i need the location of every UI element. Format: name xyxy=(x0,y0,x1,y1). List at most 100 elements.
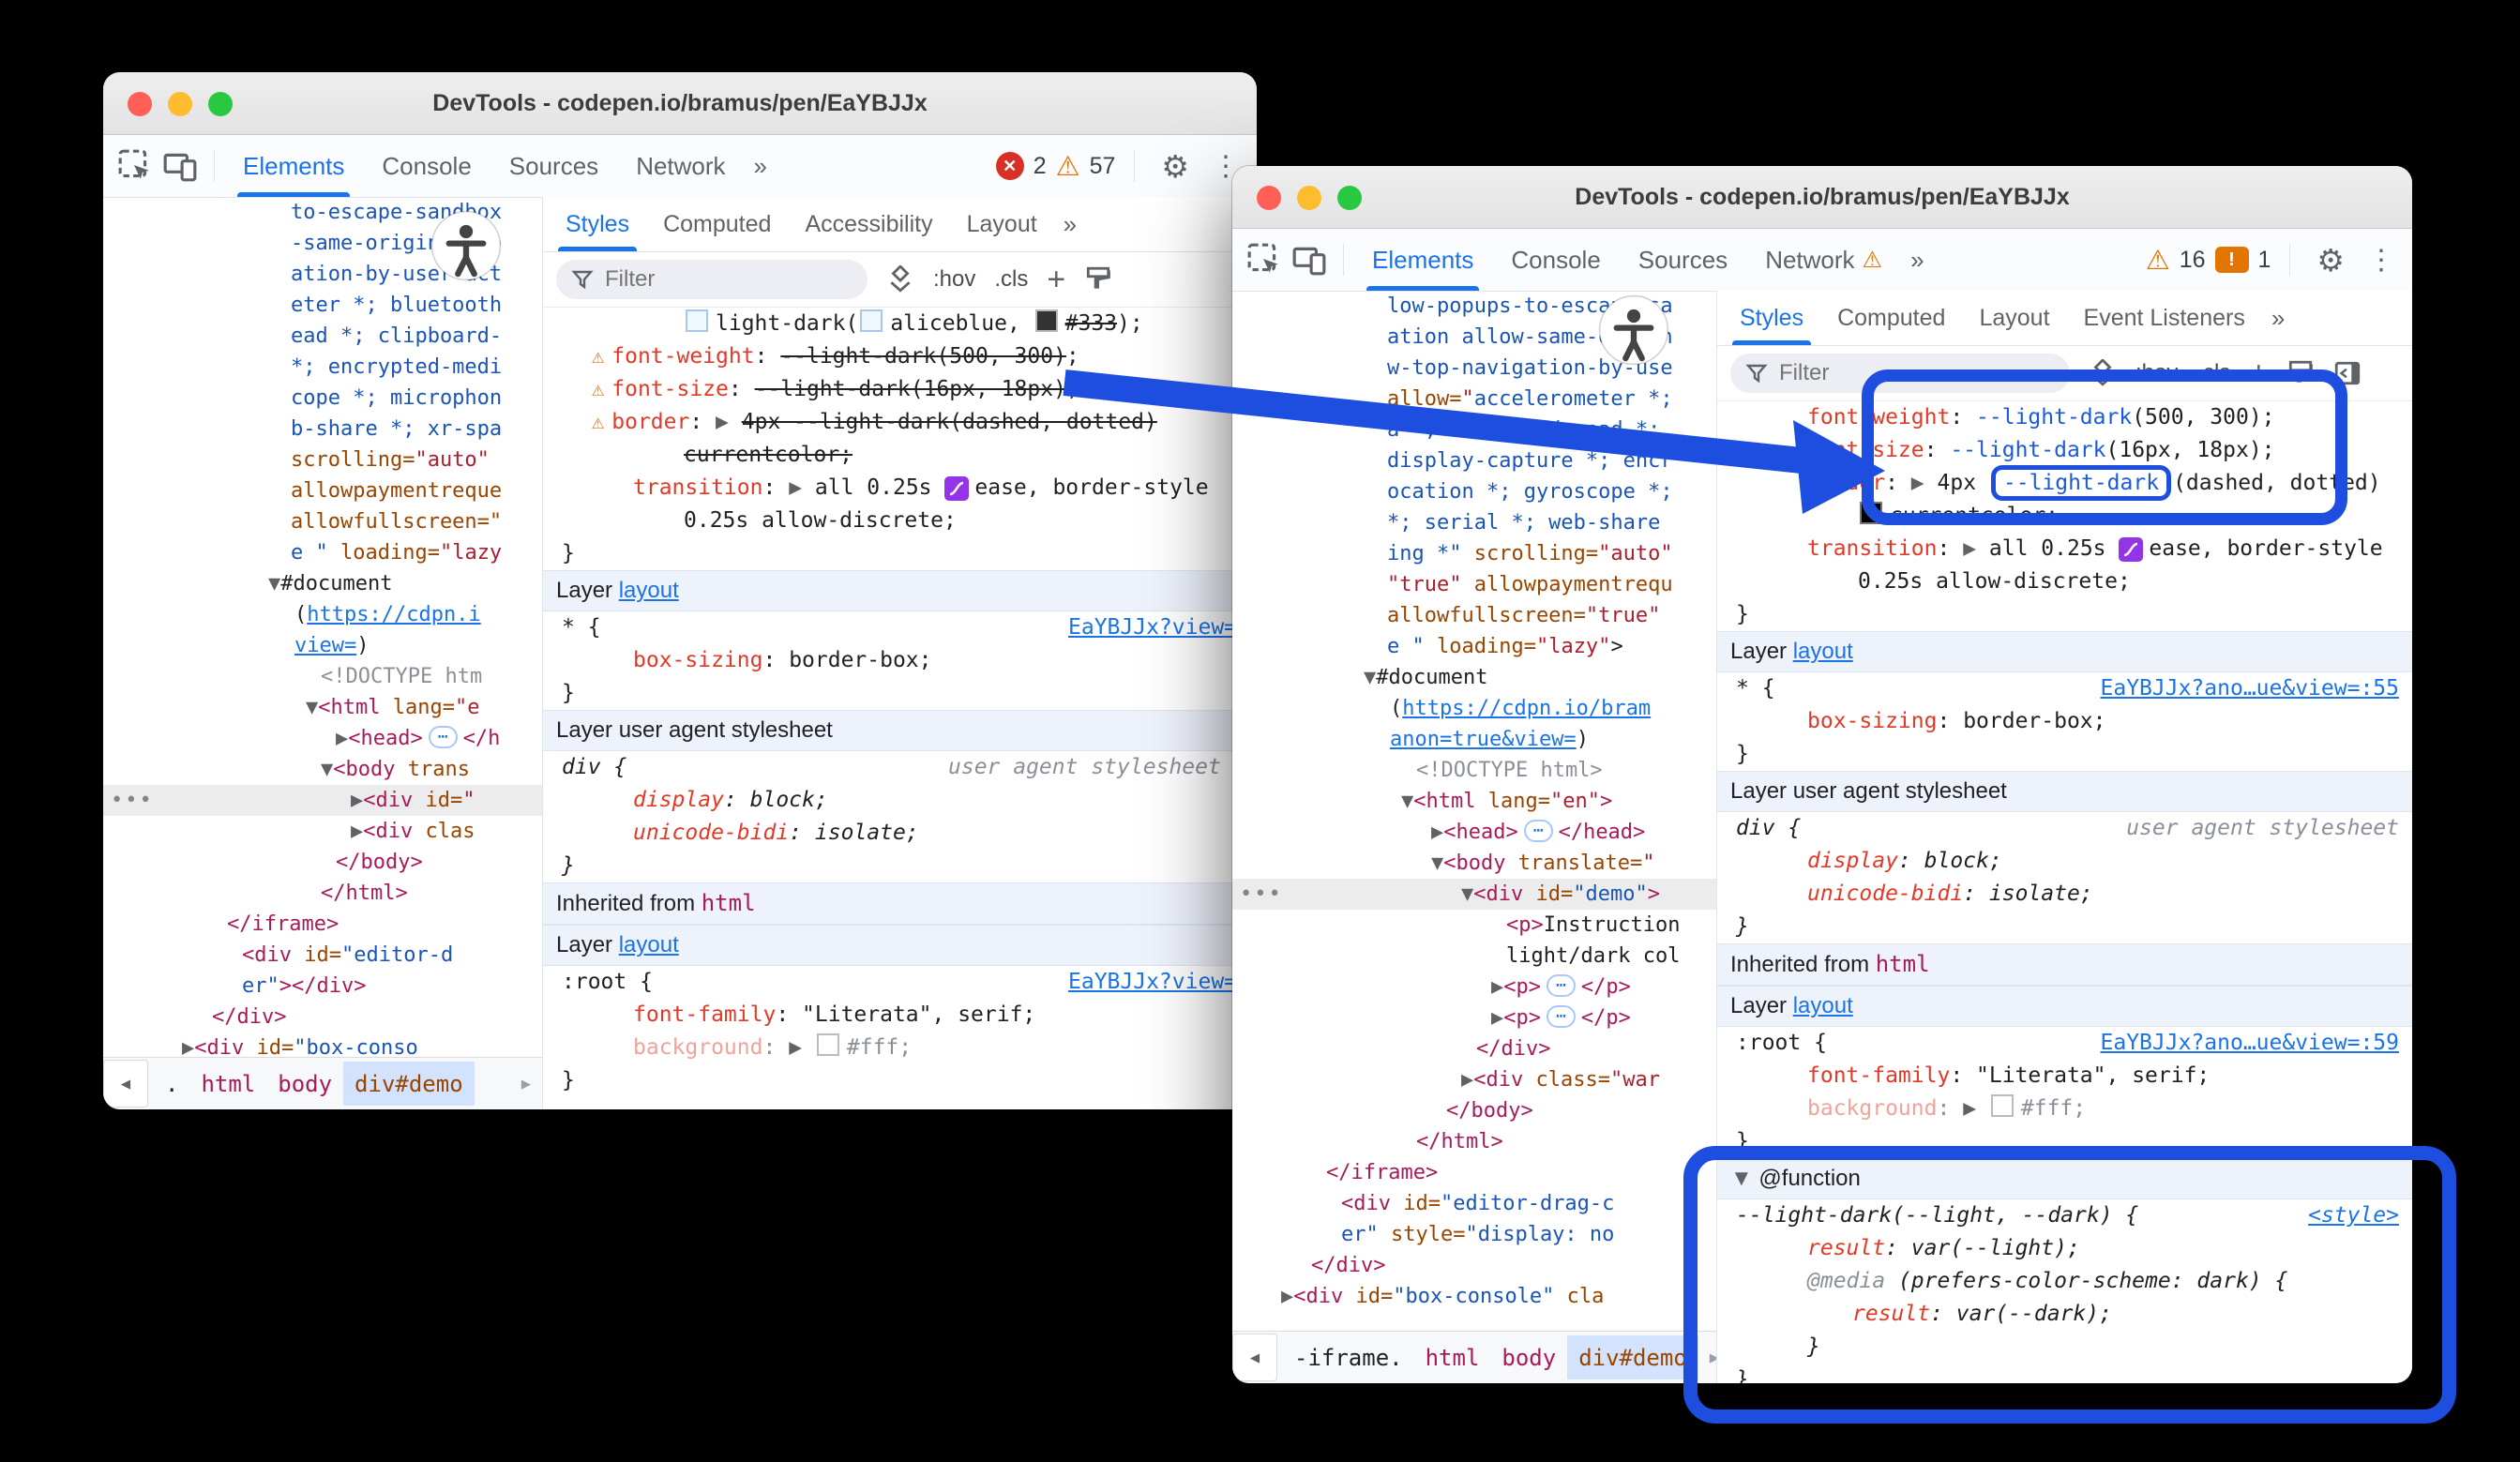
close-window-button[interactable] xyxy=(1257,186,1281,210)
dom-tree-row[interactable]: ▶<div class="war xyxy=(1232,1064,1716,1095)
style-rule-row[interactable]: font-size: --light-dark(16px, 18px); xyxy=(1717,434,2412,467)
dom-tree-row[interactable]: "true" allowpaymentrequ xyxy=(1232,569,1716,600)
style-rule-row[interactable]: } xyxy=(543,850,1257,882)
dom-tree-row[interactable]: (https://cdpn.io/bram xyxy=(1232,693,1716,724)
dom-tree-row[interactable]: anon=true&view=) xyxy=(1232,724,1716,755)
style-rule-row[interactable]: } xyxy=(543,677,1257,710)
more-sidebar-tabs-icon[interactable]: » xyxy=(2262,304,2294,333)
style-rule-row[interactable]: font-family: "Literata", serif; xyxy=(1717,1060,2412,1093)
style-section-header[interactable]: Inherited from html xyxy=(543,882,1257,925)
dom-tree-row[interactable]: display-capture *; encr xyxy=(1232,445,1716,476)
dom-tree-row[interactable]: ▶<p>⋯</p> xyxy=(1232,972,1716,1002)
tab-network[interactable]: Network xyxy=(617,135,744,197)
style-rule-row[interactable]: @media (prefers-color-scheme: dark) { xyxy=(1717,1265,2412,1298)
style-rule-row[interactable]: } xyxy=(543,1064,1257,1097)
sidebar-tab-layout[interactable]: Layout xyxy=(1962,291,2066,345)
device-toolbar-icon[interactable] xyxy=(159,145,201,187)
style-source-link[interactable]: EaYBJJx?view= xyxy=(1068,611,1237,644)
dom-tree-row[interactable]: ▼#document xyxy=(103,568,542,599)
style-rule-row[interactable]: border: ▶ 4px --light-dark(dashed, dotte… xyxy=(1717,467,2412,500)
style-section-header[interactable]: Inherited from html xyxy=(1717,943,2412,986)
style-section-header[interactable]: Layer user agent stylesheet xyxy=(1717,771,2412,812)
dom-tree-row[interactable]: eter *; bluetooth xyxy=(103,290,542,321)
error-count[interactable]: 2 xyxy=(1034,153,1047,180)
style-rule-row[interactable]: } xyxy=(1717,598,2412,631)
breadcrumb-scroll-left-button[interactable]: ◀ xyxy=(1232,1334,1277,1381)
dom-tree-row[interactable]: er" style="display: no xyxy=(1232,1219,1716,1250)
style-rule-row[interactable]: font-weight: --light-dark(500, 300); xyxy=(1717,401,2412,434)
style-rule-row[interactable]: transition: ▶ all 0.25s ease, border-sty… xyxy=(1717,533,2412,565)
dom-tree-row[interactable]: ▶<p>⋯</p> xyxy=(1232,1002,1716,1033)
inspect-element-icon[interactable] xyxy=(1244,239,1285,280)
zoom-window-button[interactable] xyxy=(1337,186,1362,210)
sidebar-tab-accessibility[interactable]: Accessibility xyxy=(788,197,949,251)
style-rule-row[interactable]: currentcolor; xyxy=(1717,500,2412,533)
dom-tree-row[interactable]: </iframe> xyxy=(1232,1157,1716,1188)
dom-tree-row[interactable]: allowfullscreen=" xyxy=(103,506,542,537)
toggle-hover-state[interactable]: :hov xyxy=(933,266,975,293)
style-rule-row[interactable]: ⚠font-size: --light-dark(16px, 18px); xyxy=(543,373,1257,406)
breadcrumb-scroll-right-button[interactable]: ▶ xyxy=(510,1075,542,1093)
titlebar[interactable]: DevTools - codepen.io/bramus/pen/EaYBJJx xyxy=(103,72,1257,135)
style-rule-row[interactable]: ⚠border: ▶ 4px --light-dark(dashed, dott… xyxy=(543,406,1257,439)
dom-tree-row[interactable]: </html> xyxy=(1232,1126,1716,1157)
style-section-header[interactable]: Layer layout xyxy=(543,570,1257,611)
style-rule-row[interactable]: 0.25s allow-discrete; xyxy=(1717,565,2412,598)
style-source-link[interactable]: user agent stylesheet xyxy=(948,751,1221,784)
dom-tree-row[interactable]: *; encrypted-medi xyxy=(103,352,542,383)
inspect-element-icon[interactable] xyxy=(114,145,156,187)
style-source-link[interactable]: EaYBJJx?view= xyxy=(1068,966,1237,999)
style-source-link[interactable]: EaYBJJx?ano…ue&view=:55 xyxy=(2101,672,2400,705)
style-section-header[interactable]: Layer layout xyxy=(543,925,1257,966)
dom-tree-row[interactable]: <div id="editor-d xyxy=(103,940,542,971)
style-rule-row[interactable]: unicode-bidi: isolate; xyxy=(1717,878,2412,911)
kebab-menu-icon[interactable]: ⋮ xyxy=(2362,244,2401,277)
minimize-window-button[interactable] xyxy=(1297,186,1321,210)
issue-count[interactable]: 1 xyxy=(2258,247,2271,274)
dom-tree-row[interactable]: ead *; clipboard- xyxy=(103,321,542,352)
dom-tree-row[interactable]: allowpaymentreque xyxy=(103,475,542,506)
dom-tree-row[interactable]: scrolling="auto" xyxy=(103,445,542,475)
dom-tree-row[interactable]: ▼<body trans xyxy=(103,754,542,785)
dom-tree-row[interactable]: <!DOCTYPE htm xyxy=(103,661,542,692)
style-rule-row[interactable]: transition: ▶ all 0.25s ease, border-sty… xyxy=(543,472,1257,505)
sidebar-tab-computed[interactable]: Computed xyxy=(646,197,788,251)
style-rule-row[interactable]: background: ▶ #fff; xyxy=(543,1032,1257,1064)
tab-sources[interactable]: Sources xyxy=(490,135,617,197)
more-sidebar-tabs-icon[interactable]: » xyxy=(1054,210,1086,239)
style-rule-row[interactable]: } xyxy=(1717,1125,2412,1158)
style-rule-row[interactable]: display: block; xyxy=(543,784,1257,817)
dom-tree-row[interactable]: cope *; microphon xyxy=(103,383,542,414)
breadcrumb-item[interactable]: html xyxy=(1414,1335,1491,1379)
style-rule-row[interactable]: :root {EaYBJJx?view= xyxy=(543,966,1257,999)
dom-tree-row[interactable]: ing *" scrolling="auto" xyxy=(1232,538,1716,569)
dom-tree-row[interactable]: <p>Instruction xyxy=(1232,910,1716,941)
dom-tree-row[interactable]: </body> xyxy=(1232,1095,1716,1126)
element-states-icon[interactable] xyxy=(886,265,914,294)
warning-count[interactable]: 57 xyxy=(1090,153,1116,180)
close-window-button[interactable] xyxy=(128,92,152,116)
tab-console[interactable]: Console xyxy=(1492,229,1619,291)
style-rule-row[interactable]: } xyxy=(1717,738,2412,771)
dom-tree-row[interactable]: ▼<body translate=" xyxy=(1232,848,1716,879)
tab-elements[interactable]: Elements xyxy=(224,135,363,197)
style-rule-row[interactable]: } xyxy=(1717,1364,2412,1383)
new-style-rule-icon[interactable]: + xyxy=(2249,357,2268,389)
dom-tree-row[interactable]: <!DOCTYPE html> xyxy=(1232,755,1716,786)
style-section-header[interactable]: Layer layout xyxy=(1717,986,2412,1027)
dom-tree-row[interactable]: allow="accelerometer *; xyxy=(1232,384,1716,414)
style-source-link[interactable]: <style> xyxy=(2308,1199,2399,1232)
dom-tree-row[interactable]: <div id="editor-drag-c xyxy=(1232,1188,1716,1219)
dom-tree-row[interactable]: </iframe> xyxy=(103,909,542,940)
sidebar-tab-layout[interactable]: Layout xyxy=(950,197,1054,251)
sidebar-tab-styles[interactable]: Styles xyxy=(549,197,646,251)
style-section-header[interactable]: Layer layout xyxy=(1717,631,2412,672)
element-states-icon[interactable] xyxy=(2089,359,2117,387)
dom-tree-row[interactable]: •••▼<div id="demo"> xyxy=(1232,879,1716,910)
dom-tree-row[interactable]: (https://cdpn.i xyxy=(103,599,542,630)
dom-tree-row[interactable]: e " loading="lazy xyxy=(103,537,542,568)
warning-count[interactable]: 16 xyxy=(2180,247,2206,274)
more-actions-gutter-icon[interactable]: ••• xyxy=(111,785,154,816)
style-rule-row[interactable]: box-sizing: border-box; xyxy=(543,644,1257,677)
device-toolbar-icon[interactable] xyxy=(1289,239,1330,280)
